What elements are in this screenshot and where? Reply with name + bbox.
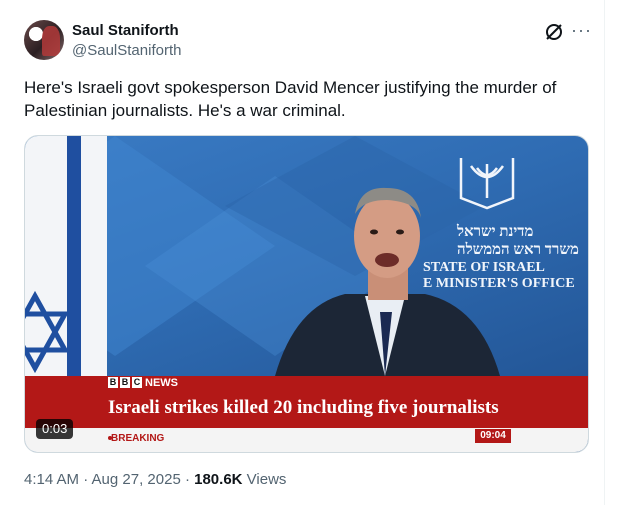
breaking-label: BREAKING: [111, 433, 165, 444]
video-player[interactable]: מדינת ישראל משרד ראש הממשלה STATE OF ISR…: [24, 135, 589, 453]
seal-hebrew-line2: משרד ראש הממשלה: [457, 242, 579, 258]
timestamp[interactable]: 4:14 AM · Aug 27, 2025 ·: [24, 471, 194, 488]
handle[interactable]: @SaulStaniforth: [72, 42, 181, 59]
avatar[interactable]: [24, 20, 64, 60]
tweet-card[interactable]: Saul Staniforth @SaulStaniforth ··· Here…: [0, 0, 605, 505]
more-icon[interactable]: ···: [571, 20, 592, 41]
tweet-meta: 4:14 AM · Aug 27, 2025 · 180.6K Views: [24, 471, 286, 488]
views-count: 180.6K: [194, 471, 243, 488]
news-headline: Israeli strikes killed 20 including five…: [108, 397, 499, 418]
seal-office-text: E MINISTER'S OFFICE: [423, 276, 575, 291]
tweet-text-line1: Here's Israeli govt spokesperson David M…: [24, 78, 557, 97]
bbc-logo-letter: B: [108, 377, 118, 388]
display-name[interactable]: Saul Staniforth: [72, 22, 179, 39]
tweet-text-line2: Palestinian journalists. He's a war crim…: [24, 101, 346, 120]
grok-icon[interactable]: [544, 22, 564, 42]
seal-hebrew-line1: מדינת ישראל: [457, 224, 534, 240]
bbc-logo-letter: B: [120, 377, 130, 388]
views-label: Views: [242, 471, 287, 488]
bbc-logo-letter: C: [132, 377, 142, 388]
broadcast-clock: 09:04: [475, 429, 511, 443]
menorah-emblem-icon: [459, 158, 515, 210]
seal-state-text: STATE OF ISRAEL: [423, 260, 545, 275]
video-duration: 0:03: [36, 419, 74, 439]
tweet-text: Here's Israeli govt spokesperson David M…: [24, 76, 584, 122]
news-label: NEWS: [145, 377, 178, 389]
